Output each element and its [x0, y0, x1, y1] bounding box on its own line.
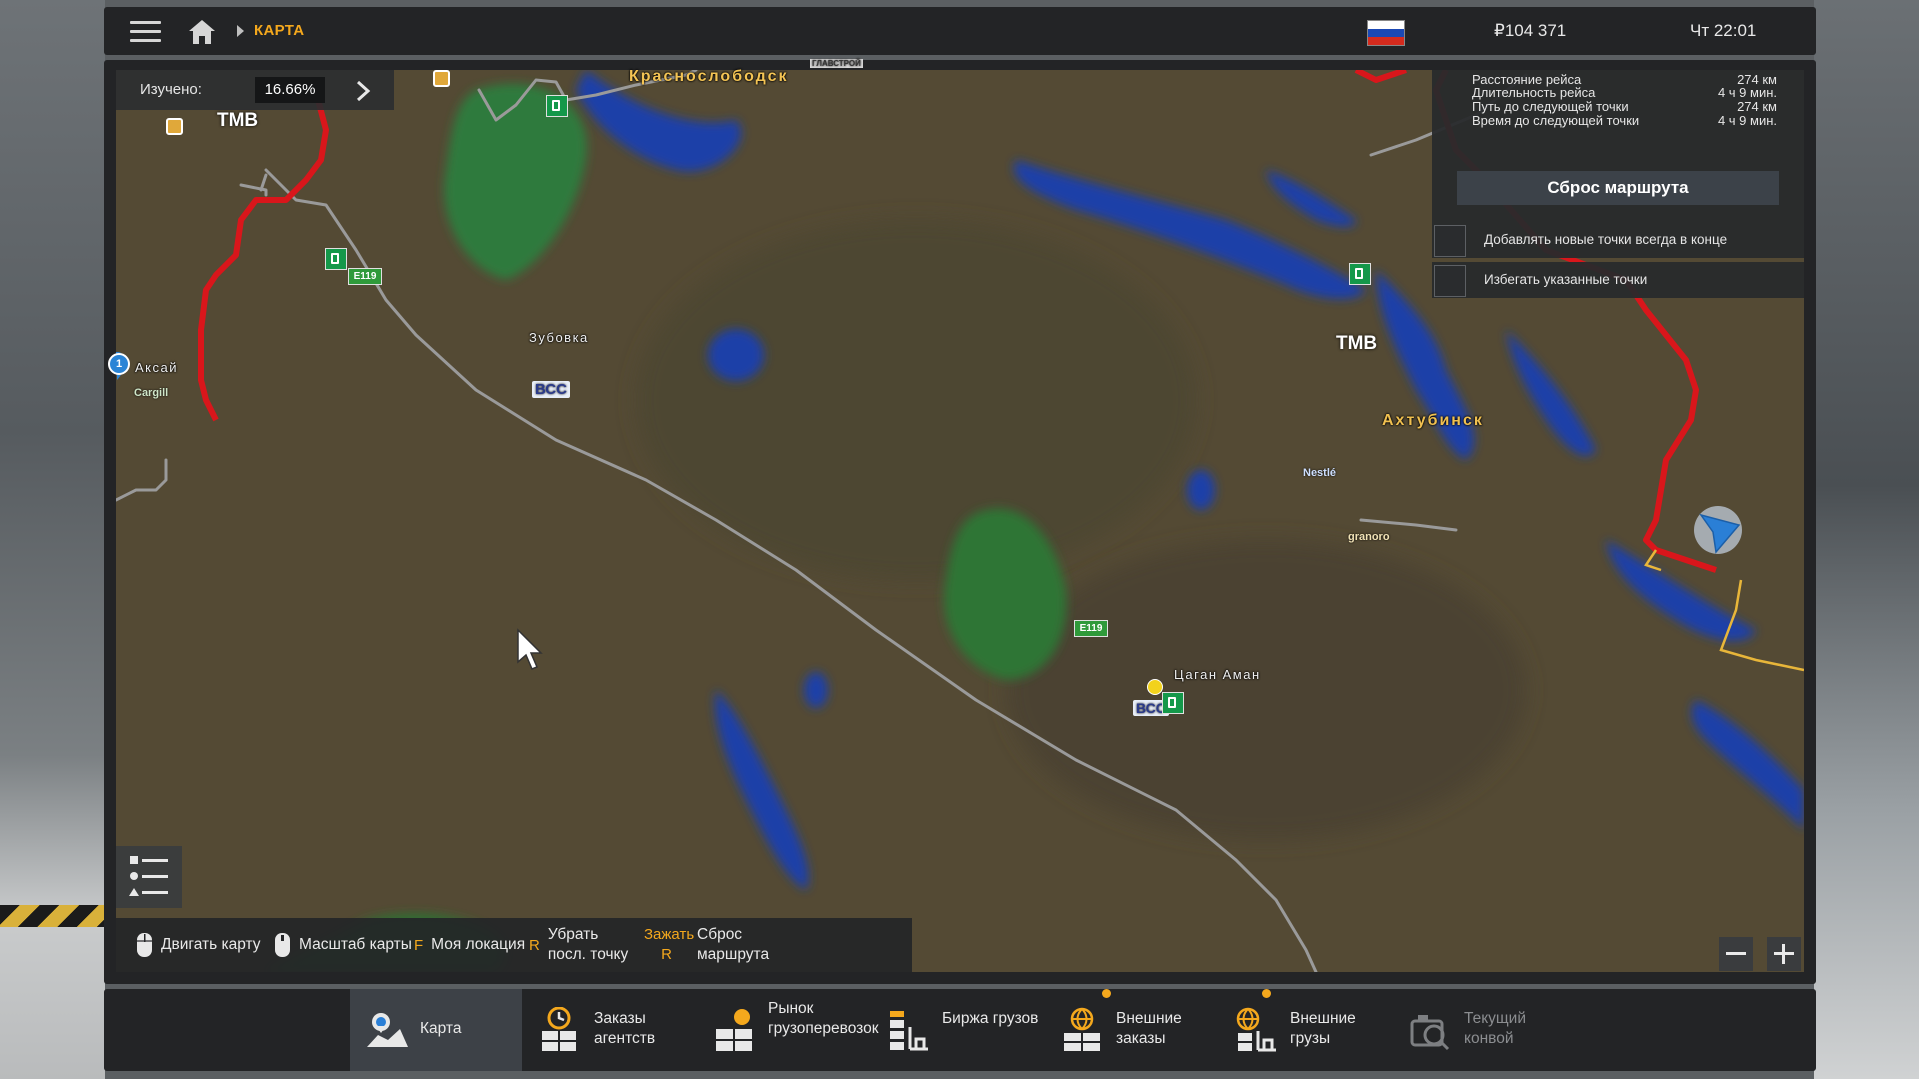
zoom-in-button[interactable] — [1767, 937, 1801, 971]
money-balance: ₽104 371 — [1494, 21, 1567, 40]
city-label-aksai[interactable]: Аксай — [135, 360, 178, 375]
top-bar: КАРТА ₽104 371 Чт 22:01 — [104, 7, 1816, 55]
route-row-next-time: Время до следующей точки 4 ч 9 мин. — [1472, 113, 1777, 131]
external-orders-icon — [1064, 1007, 1100, 1051]
route-row-label: Путь до следующей точки — [1472, 99, 1629, 114]
hint-key: F — [414, 936, 424, 954]
checkbox[interactable] — [1434, 225, 1466, 257]
nav-external-orders[interactable]: Внешние заказы — [1046, 989, 1218, 1071]
nav-label: Карта — [420, 1020, 462, 1037]
cargo-exchange-icon — [890, 1011, 928, 1051]
option-avoid-points[interactable]: Избегать указанные точки — [1432, 262, 1804, 298]
freight-market-icon — [716, 1009, 752, 1051]
gas-station-icon[interactable] — [325, 248, 347, 270]
garage-wall-right — [1814, 0, 1919, 1079]
hint-key: R — [529, 936, 540, 954]
bottom-navigation: Карта Заказы агентств Рынок грузоперевоз… — [104, 989, 1816, 1071]
garage-icon[interactable] — [433, 70, 450, 87]
hint-label: Убрать посл. точку — [547, 926, 629, 963]
option-label: Избегать указанные точки — [1484, 272, 1648, 287]
nav-label: Внешние заказы — [1116, 1010, 1182, 1047]
road-shield-e119-2: E119 — [1074, 620, 1108, 637]
home-icon[interactable] — [188, 19, 216, 45]
reset-route-button[interactable]: Сброс маршрута — [1457, 171, 1779, 205]
hint-remove-last-point: R Убрать посл. точку — [529, 918, 634, 972]
nav-label: Внешние грузы — [1290, 1010, 1356, 1047]
gas-station-icon[interactable] — [1162, 692, 1184, 714]
chevron-right-icon[interactable] — [352, 80, 374, 102]
hazard-stripe — [0, 905, 105, 927]
road-shield-e119: E119 — [348, 268, 382, 285]
notification-dot — [1262, 989, 1271, 998]
convoy-icon — [1410, 1015, 1450, 1051]
route-info-panel: Расстояние рейса 274 км Длительность рей… — [1432, 70, 1804, 222]
hint-label: Двигать карту — [161, 936, 261, 953]
nav-map[interactable]: Карта — [350, 989, 522, 1071]
controls-hint-bar: Двигать карту Масштаб карты F Моя локаци… — [116, 918, 912, 972]
explored-panel: Изучено: 16.66% — [116, 70, 394, 110]
option-add-points-at-end[interactable]: Добавлять новые точки всегда в конце — [1432, 222, 1804, 258]
company-cargill[interactable]: Cargill — [134, 387, 168, 399]
city-label-krasnoslobodsk[interactable]: Краснослободск — [629, 68, 788, 86]
hint-key: Зажать R — [644, 926, 695, 963]
mouse-icon — [137, 933, 152, 957]
route-waypoint-marker[interactable]: 1 — [108, 353, 130, 375]
russia-flag-icon — [1367, 20, 1405, 46]
checkbox[interactable] — [1434, 265, 1466, 297]
service-icon[interactable] — [1147, 679, 1163, 695]
nav-external-cargo[interactable]: Внешние грузы — [1220, 989, 1392, 1071]
route-row-value: 4 ч 9 мин. — [1717, 85, 1777, 100]
notification-dot — [1102, 989, 1111, 998]
explored-value: 16.66% — [255, 77, 325, 103]
company-glavstroy[interactable]: ГЛАВСТРОЙ — [810, 59, 863, 68]
explored-label: Изучено: — [140, 81, 202, 98]
nav-freight-market[interactable]: Рынок грузоперевозок — [698, 989, 879, 1071]
nav-label: Текущий конвой — [1464, 1010, 1526, 1047]
gas-station-icon[interactable] — [1349, 263, 1371, 285]
gas-station-icon[interactable] — [546, 95, 568, 117]
company-granoro[interactable]: granoro — [1348, 531, 1390, 543]
nav-label: Заказы агентств — [594, 1010, 656, 1047]
company-tmb-left[interactable]: TMB — [217, 110, 258, 132]
zoom-out-button[interactable] — [1719, 937, 1753, 971]
city-label-akhtubinsk[interactable]: Ахтубинск — [1382, 412, 1484, 430]
external-cargo-icon — [1236, 1007, 1276, 1052]
company-vss[interactable]: ВСС — [532, 381, 570, 398]
company-nestle[interactable]: Nestlé — [1303, 467, 1336, 479]
hint-my-location: F Моя локация — [414, 918, 525, 972]
hint-move-map: Двигать карту — [136, 918, 261, 972]
nav-current-convoy[interactable]: Текущий конвой — [1394, 989, 1566, 1071]
nav-label: Биржа грузов — [942, 1010, 1039, 1027]
mouse-cursor-icon — [517, 628, 543, 670]
hint-label: Масштаб карты — [299, 936, 412, 953]
menu-icon[interactable] — [130, 19, 161, 44]
hint-reset-route: Зажать R Сброс маршрута — [644, 918, 777, 972]
route-row-value: 4 ч 9 мин. — [1717, 113, 1777, 128]
breadcrumb[interactable]: КАРТА — [254, 22, 304, 39]
garage-icon[interactable] — [166, 118, 183, 135]
city-label-tsagan-aman[interactable]: Цаган Аман — [1174, 667, 1261, 682]
hint-label: Моя локация — [431, 936, 526, 953]
option-label: Добавлять новые точки всегда в конце — [1484, 232, 1728, 247]
mouse-scroll-icon — [275, 933, 290, 957]
company-tmb-right[interactable]: TMB — [1336, 333, 1377, 355]
agency-orders-icon — [542, 1007, 576, 1051]
legend-list-icon — [129, 856, 168, 896]
breadcrumb-chevron-icon — [237, 25, 244, 37]
route-row-value: 274 км — [1737, 99, 1777, 114]
nav-agency-orders[interactable]: Заказы агентств — [524, 989, 696, 1071]
route-row-label: Время до следующей точки — [1472, 113, 1640, 128]
map-icon — [367, 1013, 408, 1047]
map-legend-button[interactable] — [116, 846, 182, 908]
hint-zoom-map: Масштаб карты — [274, 918, 412, 972]
route-row-label: Длительность рейса — [1472, 85, 1596, 100]
hint-label: Сброс маршрута — [697, 926, 770, 963]
city-label-zubovka[interactable]: Зубовка — [529, 330, 589, 345]
nav-label: Рынок грузоперевозок — [768, 1000, 879, 1037]
nav-cargo-exchange[interactable]: Биржа грузов — [872, 989, 1044, 1071]
game-clock: Чт 22:01 — [1690, 21, 1757, 40]
